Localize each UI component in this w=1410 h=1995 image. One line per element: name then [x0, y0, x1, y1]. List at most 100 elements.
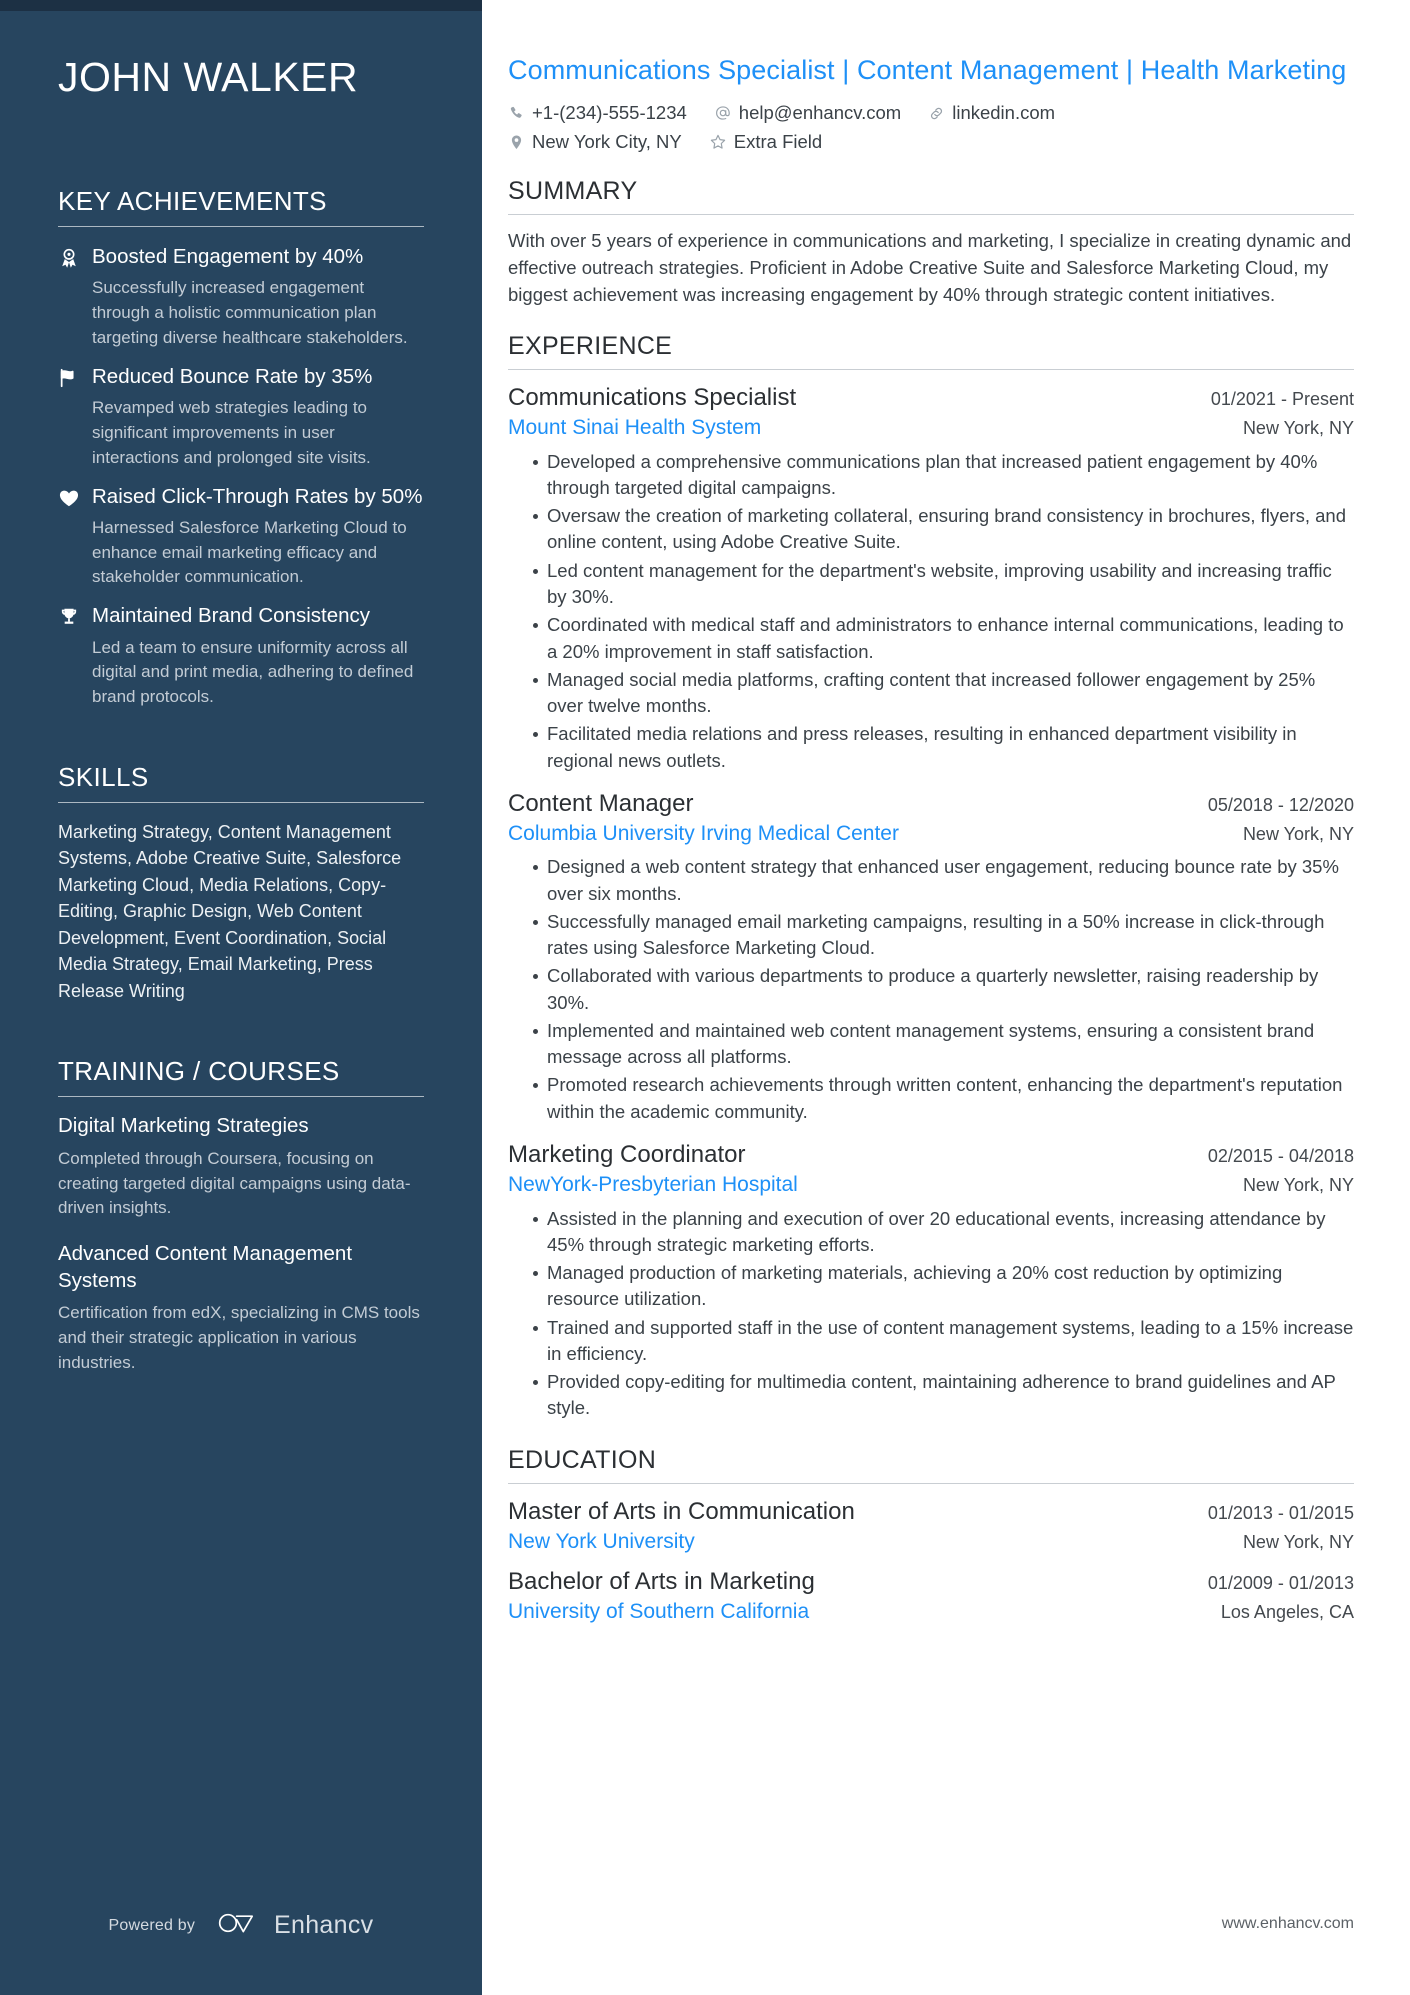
- bullet-item: Assisted in the planning and execution o…: [533, 1206, 1354, 1259]
- bullet-item: Designed a web content strategy that enh…: [533, 854, 1354, 907]
- education-degree: Master of Arts in Communication: [508, 1497, 855, 1525]
- flag-icon: [58, 363, 92, 389]
- experience-entry: Marketing Coordinator 02/2015 - 04/2018 …: [508, 1139, 1354, 1422]
- section-divider: [58, 801, 424, 803]
- achievement-description-wrap: Harnessed Salesforce Marketing Cloud to …: [58, 516, 424, 590]
- experience-date: 05/2018 - 12/2020: [1207, 794, 1354, 815]
- experience-entry: Content Manager 05/2018 - 12/2020 Columb…: [508, 788, 1354, 1125]
- star-icon: [709, 133, 727, 151]
- course-title: Advanced Content Management Systems: [58, 1242, 353, 1292]
- bullet-item: Coordinated with medical staff and admin…: [533, 612, 1354, 665]
- heart-icon: [58, 483, 92, 509]
- education-title: EDUCATION: [508, 1445, 657, 1474]
- contact-extra-field-value: Extra Field: [733, 131, 823, 153]
- professional-headline: Communications Specialist | Content Mana…: [508, 55, 1347, 85]
- trophy-icon: [58, 602, 92, 628]
- contact-extra-field: Extra Field: [709, 131, 822, 153]
- education-date: 01/2009 - 01/2013: [1207, 1573, 1354, 1594]
- key-achievements-title: KEY ACHIEVEMENTS: [58, 186, 327, 217]
- candidate-name: JOHN WALKER: [58, 54, 359, 100]
- experience-role-line: Marketing Coordinator 02/2015 - 04/2018: [508, 1139, 1354, 1171]
- bullet-item: Implemented and maintained web content m…: [533, 1018, 1354, 1071]
- section-divider: [508, 1482, 1354, 1484]
- education-date: 01/2013 - 01/2015: [1207, 1502, 1354, 1523]
- achievement-description-wrap: Led a team to ensure uniformity across a…: [58, 636, 424, 710]
- powered-by-label: Powered by: [108, 1916, 196, 1934]
- achievement-title: Maintained Brand Consistency: [92, 604, 371, 628]
- phone-icon: [508, 105, 525, 122]
- skills-section: SKILLS Marketing Strategy, Content Manag…: [58, 762, 424, 1004]
- achievement-description: Revamped web strategies leading to signi…: [92, 398, 371, 467]
- bullet-item: Developed a comprehensive communications…: [533, 449, 1354, 502]
- experience-role: Content Manager: [508, 789, 694, 817]
- experience-bullets: Designed a web content strategy that enh…: [508, 854, 1354, 1125]
- location-pin-icon: [508, 134, 525, 151]
- bullet-item: Led content management for the departmen…: [533, 558, 1354, 611]
- training-courses-section: TRAINING / COURSES Digital Marketing Str…: [58, 1056, 424, 1376]
- section-divider: [58, 1096, 424, 1098]
- bullet-item: Collaborated with various departments to…: [533, 963, 1354, 1016]
- achievement-item: Raised Click-Through Rates by 50%: [58, 483, 424, 510]
- footer-website-url[interactable]: www.enhancv.com: [1222, 1915, 1354, 1933]
- skills-list-text: Marketing Strategy, Content Management S…: [58, 821, 402, 1001]
- link-icon: [928, 105, 945, 122]
- contact-email[interactable]: help@enhancv.com: [714, 102, 901, 124]
- experience-organization[interactable]: Mount Sinai Health System: [508, 414, 761, 442]
- education-entry: Bachelor of Arts in Marketing 01/2009 - …: [508, 1566, 1354, 1627]
- education-school-line: New York University New York, NY: [508, 1528, 1354, 1556]
- education-school-line: University of Southern California Los An…: [508, 1598, 1354, 1626]
- award-ribbon-icon: [58, 243, 92, 269]
- achievement-description: Led a team to ensure uniformity across a…: [92, 637, 414, 707]
- achievement-title: Raised Click-Through Rates by 50%: [92, 484, 423, 508]
- experience-role: Communications Specialist: [508, 384, 797, 412]
- bullet-item: Managed production of marketing material…: [533, 1260, 1354, 1313]
- skills-title: SKILLS: [58, 761, 149, 792]
- sidebar-top-accent-bar: [0, 0, 482, 11]
- bullet-item: Facilitated media relations and press re…: [533, 721, 1354, 774]
- education-degree: Bachelor of Arts in Marketing: [508, 1568, 815, 1596]
- experience-organization[interactable]: Columbia University Irving Medical Cente…: [508, 820, 899, 848]
- achievement-item: Boosted Engagement by 40%: [58, 243, 424, 270]
- experience-bullets: Developed a comprehensive communications…: [508, 449, 1354, 774]
- course-item: Advanced Content Management Systems Cert…: [58, 1241, 424, 1376]
- sidebar-footer: Powered by Enhancv: [0, 1910, 482, 1941]
- course-description: Completed through Coursera, focusing on …: [58, 1148, 411, 1218]
- bullet-item: Provided copy-editing for multimedia con…: [533, 1369, 1354, 1422]
- contact-phone[interactable]: +1-(234)-555-1234: [508, 102, 687, 124]
- experience-role-line: Content Manager 05/2018 - 12/2020: [508, 788, 1354, 820]
- summary-title: SUMMARY: [508, 177, 638, 206]
- experience-location: New York, NY: [1242, 418, 1354, 439]
- sidebar: JOHN WALKER KEY ACHIEVEMENTS Boosted Eng…: [0, 0, 482, 1995]
- education-section: EDUCATION Master of Arts in Communicatio…: [508, 1446, 1354, 1627]
- education-location: Los Angeles, CA: [1220, 1602, 1354, 1623]
- education-school[interactable]: New York University: [508, 1528, 695, 1556]
- experience-location: New York, NY: [1242, 824, 1354, 845]
- experience-org-line: Columbia University Irving Medical Cente…: [508, 820, 1354, 848]
- experience-org-line: Mount Sinai Health System New York, NY: [508, 414, 1354, 442]
- key-achievements-section: KEY ACHIEVEMENTS Boosted Engagement by 4…: [58, 186, 424, 710]
- contact-location-value: New York City, NY: [532, 131, 682, 153]
- bullet-item: Successfully managed email marketing cam…: [533, 909, 1354, 962]
- experience-bullets: Assisted in the planning and execution o…: [508, 1206, 1354, 1422]
- achievement-description-wrap: Successfully increased engagement throug…: [58, 276, 424, 350]
- contact-linkedin[interactable]: linkedin.com: [928, 102, 1055, 124]
- experience-section: EXPERIENCE Communications Specialist 01/…: [508, 332, 1354, 1421]
- achievement-description: Successfully increased engagement throug…: [92, 278, 408, 348]
- contact-linkedin-value: linkedin.com: [952, 102, 1056, 124]
- contact-row-primary: +1-(234)-555-1234 help@enhancv.com linke…: [508, 102, 1354, 124]
- experience-organization[interactable]: NewYork-Presbyterian Hospital: [508, 1171, 798, 1199]
- contact-phone-value: +1-(234)-555-1234: [532, 102, 687, 124]
- section-divider: [508, 369, 1354, 371]
- achievement-description: Harnessed Salesforce Marketing Cloud to …: [92, 517, 407, 587]
- education-school[interactable]: University of Southern California: [508, 1598, 809, 1626]
- course-item: Digital Marketing Strategies Completed t…: [58, 1113, 424, 1221]
- education-location: New York, NY: [1242, 1531, 1354, 1552]
- section-divider: [58, 226, 424, 228]
- resume-page: JOHN WALKER KEY ACHIEVEMENTS Boosted Eng…: [0, 0, 1410, 1995]
- achievement-item: Reduced Bounce Rate by 35%: [58, 363, 424, 390]
- section-divider: [508, 214, 1354, 216]
- achievement-item: Maintained Brand Consistency: [58, 602, 424, 629]
- course-title: Digital Marketing Strategies: [58, 1114, 309, 1138]
- at-sign-icon: [714, 104, 732, 122]
- enhancv-logo-icon: [217, 1910, 263, 1941]
